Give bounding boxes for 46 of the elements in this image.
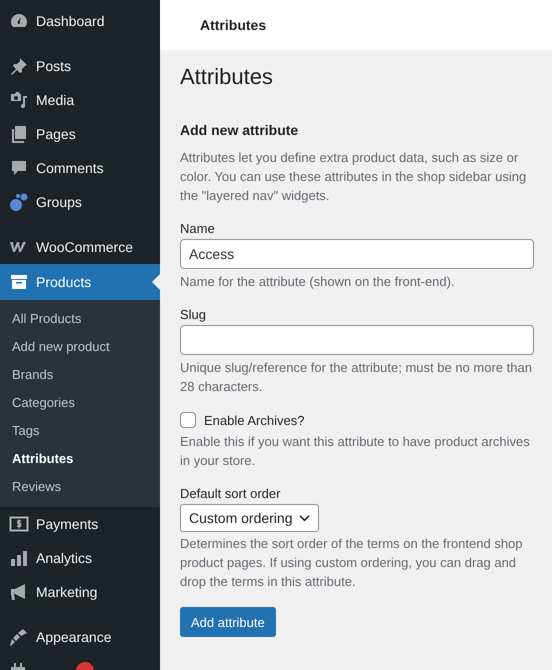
dollar-icon (9, 514, 29, 534)
submenu-item[interactable]: Attributes (0, 445, 160, 473)
pages-icon (9, 124, 29, 144)
field-label: Default sort order (180, 486, 282, 501)
pushpin-icon (9, 56, 29, 76)
help-text: Unique slug/reference for the attribute; must be no more than 28 characters. (180, 359, 533, 396)
menu-item[interactable]: Pages (0, 117, 160, 151)
form-title: Add new attribute (180, 122, 300, 138)
menu-item[interactable]: Dashboard (0, 4, 160, 38)
menu-item[interactable]: Media (0, 83, 160, 117)
chevron-down-icon (298, 514, 310, 522)
paintbrush-icon (9, 627, 29, 647)
page-title: Attributes (180, 64, 274, 90)
menu-item[interactable]: Appearance (0, 620, 160, 654)
help-text: Determines the sort order of the terms on the frontend shop product pages. If using custom ordering, you can drag and drop the terms in this attribute. (180, 535, 524, 591)
submenu-item[interactable]: Categories (0, 389, 160, 417)
menu-item[interactable]: WooCommerce (0, 230, 160, 264)
help-text: Name for the attribute (shown on the front-end). (180, 273, 456, 291)
add-attribute-button[interactable]: Add attribute (180, 607, 276, 637)
checkbox[interactable] (180, 412, 196, 428)
field-label: Slug (180, 307, 208, 322)
submenu-item[interactable]: Brands (0, 361, 160, 389)
menu-item[interactable]: Analytics (0, 541, 160, 575)
submenu-item[interactable]: Reviews (0, 473, 160, 501)
text-field[interactable]: Access (180, 239, 534, 269)
text-field[interactable] (180, 325, 534, 355)
submenu-item[interactable]: All Products (0, 305, 160, 333)
bar-chart-icon (9, 548, 29, 568)
menu-item[interactable]: Posts (0, 49, 160, 83)
menu-item[interactable]: Comments (0, 151, 160, 185)
help-text: Enable this if you want this attribute to have product archives in your store. (180, 433, 531, 470)
media-icon (9, 90, 29, 110)
submenu-item[interactable]: Add new product (0, 333, 160, 361)
sort-order-dropdown[interactable]: Custom ordering (180, 504, 318, 532)
submenu-item[interactable]: Tags (0, 417, 160, 445)
intro-text: Attributes let you define extra product data, such as size or color. You can use these attributes in the shop sidebar using the "layered nav" widgets. (180, 149, 528, 205)
speech-bubble-icon (9, 158, 29, 178)
menu-item[interactable]: Marketing (0, 575, 160, 609)
menu-item[interactable]: Products (0, 264, 160, 300)
checkbox-label: Enable Archives? (204, 412, 304, 428)
archive-box-icon (9, 272, 29, 292)
menu-item[interactable]: Payments (0, 507, 160, 541)
field-label: Name (180, 221, 216, 236)
menu-item[interactable]: Groups (0, 185, 160, 219)
header-title: Attributes (200, 17, 266, 33)
bubbles-icon (9, 192, 29, 212)
